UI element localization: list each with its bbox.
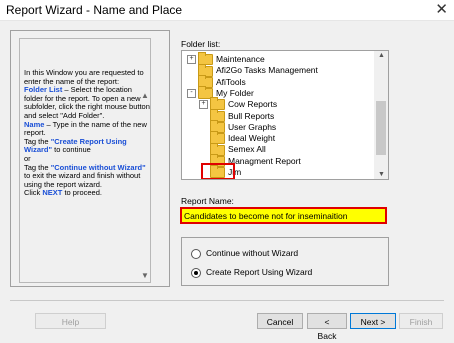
folder-label: Maintenance	[216, 54, 265, 64]
continue-without-wizard-radio[interactable]: Continue without Wizard	[191, 247, 298, 259]
close-icon[interactable]: ✕	[435, 0, 448, 20]
help-text-box: In this Window you are requested to ente…	[19, 38, 151, 283]
scroll-down-icon[interactable]: ▼	[141, 271, 149, 280]
folder-label: Afi2Go Tasks Management	[216, 65, 318, 76]
scroll-down-icon[interactable]: ▼	[378, 171, 385, 178]
scroll-thumb[interactable]	[376, 101, 386, 155]
scroll-up-icon[interactable]: ▲	[378, 52, 385, 59]
folder-label: Cow Reports	[228, 99, 278, 110]
expand-icon[interactable]: +	[187, 55, 196, 65]
help-panel: In this Window you are requested to ente…	[10, 30, 170, 287]
title-bar: Report Wizard - Name and Place ✕	[0, 0, 454, 21]
report-name-label: Report Name:	[181, 196, 234, 206]
help-keyword: NEXT	[42, 188, 63, 198]
create-report-using-wizard-radio[interactable]: Create Report Using Wizard	[191, 266, 312, 278]
folder-label: AfiTools	[216, 76, 246, 87]
cancel-button[interactable]: Cancel	[257, 313, 303, 329]
folder-label: Managment Report	[228, 155, 301, 166]
folder-list-label: Folder list:	[181, 39, 221, 49]
next-button[interactable]: Next >	[350, 313, 396, 329]
radio-label: Continue without Wizard	[206, 248, 299, 258]
wizard-options-group: Continue without Wizard Create Report Us…	[181, 237, 389, 286]
help-sentence: to continue	[52, 145, 91, 155]
folder-label: Ideal Weight	[228, 133, 276, 144]
back-button[interactable]: < Back	[307, 313, 347, 341]
help-sentence: to exit the wizard and finish without us…	[24, 171, 141, 189]
folder-item[interactable]: - My Folder	[187, 86, 254, 100]
folder-label: Semex All	[228, 144, 266, 155]
folder-tree[interactable]: + Maintenance Afi2Go Tasks Management AfiTo…	[181, 50, 389, 180]
folder-label: Bull Reports	[228, 110, 275, 121]
help-scrollbar[interactable]: ▲ ▼	[138, 39, 150, 282]
report-name-input[interactable]	[180, 207, 387, 224]
radio-label: Create Report Using Wizard	[206, 267, 313, 277]
selected-folder-highlight	[201, 163, 235, 179]
help-sentence: to proceed.	[62, 188, 102, 198]
help-button[interactable]: Help	[35, 313, 106, 329]
folder-item[interactable]: AfiTools	[187, 74, 246, 88]
folder-tree-scrollbar[interactable]: ▲ ▼	[374, 51, 388, 179]
finish-button[interactable]: Finish	[399, 313, 443, 329]
help-sentence: Click	[24, 188, 43, 198]
scroll-up-icon[interactable]: ▲	[141, 91, 149, 100]
radio-checked-icon[interactable]	[191, 267, 201, 278]
help-sentence: In this Window you are requested to ente…	[24, 68, 144, 86]
folder-label: User Graphs	[228, 121, 277, 132]
folder-item[interactable]: Afi2Go Tasks Management	[187, 63, 318, 77]
collapse-icon[interactable]: -	[187, 89, 196, 99]
footer-divider	[10, 300, 444, 301]
radio-icon[interactable]	[191, 248, 201, 259]
folder-label: My Folder	[216, 87, 254, 98]
help-text: In this Window you are requested to ente…	[24, 68, 150, 198]
window-title: Report Wizard - Name and Place	[6, 3, 183, 17]
expand-icon[interactable]: +	[199, 100, 208, 110]
